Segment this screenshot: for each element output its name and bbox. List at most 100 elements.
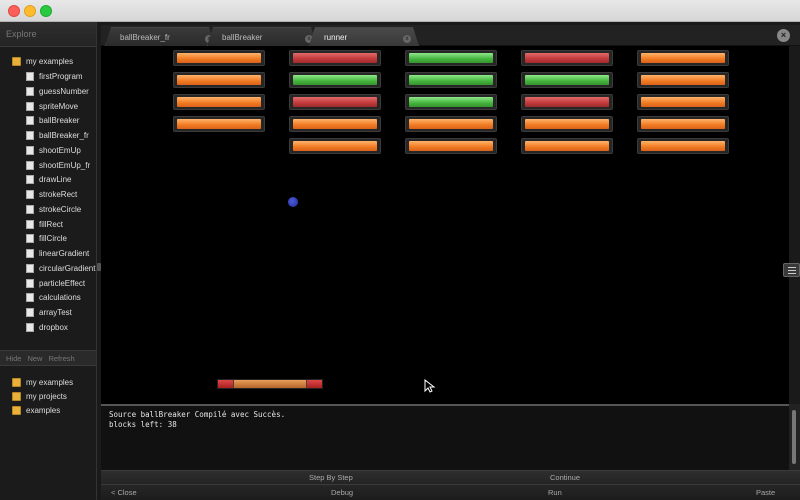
- mouse-cursor-icon: [424, 379, 436, 393]
- tree-item-label: ballBreaker: [39, 116, 80, 126]
- game-canvas[interactable]: [101, 46, 789, 404]
- paste-button[interactable]: Paste: [756, 485, 775, 500]
- continue-button[interactable]: Continue: [550, 471, 580, 484]
- folder-icon: [12, 57, 21, 66]
- brick: [405, 138, 497, 154]
- close-panel-icon[interactable]: ×: [777, 29, 790, 42]
- project-examples[interactable]: examples: [12, 404, 60, 417]
- brick-face: [177, 119, 261, 129]
- brick: [521, 116, 613, 132]
- brick: [637, 50, 729, 66]
- close-button[interactable]: < Close: [111, 485, 137, 500]
- refresh-button[interactable]: Refresh: [48, 354, 74, 363]
- brick-face: [641, 53, 725, 63]
- brick: [521, 72, 613, 88]
- menu-toggle-icon[interactable]: [783, 263, 800, 277]
- tree-root-label: my examples: [26, 57, 74, 66]
- brick-face: [409, 141, 493, 151]
- tree-item[interactable]: circularGradient: [26, 262, 95, 275]
- explore-header: Explore: [0, 22, 96, 47]
- tree-item-label: particleEffect: [39, 278, 86, 288]
- brick-face: [641, 141, 725, 151]
- brick-face: [525, 75, 609, 85]
- tree-item-label: fillCircle: [39, 234, 67, 244]
- project-my-examples[interactable]: my examples: [12, 376, 73, 389]
- tab-label: ballBreaker: [222, 33, 263, 42]
- brick: [289, 94, 381, 110]
- tree-item[interactable]: drawLine: [26, 173, 71, 186]
- folder-icon: [12, 378, 21, 387]
- brick-face: [293, 119, 377, 129]
- file-icon: [26, 131, 34, 140]
- tab-runner[interactable]: runner x: [309, 27, 419, 46]
- tree-item-label: ballBreaker_fr: [39, 131, 89, 140]
- brick: [637, 116, 729, 132]
- tab-close-icon[interactable]: x: [403, 35, 411, 43]
- tree-item[interactable]: guessNumber: [26, 85, 89, 98]
- tree-item-label: strokeRect: [39, 190, 78, 199]
- brick: [637, 94, 729, 110]
- tree-item[interactable]: fillCircle: [26, 232, 67, 245]
- tree-item-label: calculations: [39, 293, 81, 303]
- hide-button[interactable]: Hide: [6, 354, 21, 363]
- window-maximize-button[interactable]: [40, 5, 52, 17]
- project-my-projects[interactable]: my projects: [12, 390, 67, 403]
- tree-item[interactable]: shootEmUp_fr: [26, 159, 90, 172]
- brick: [289, 138, 381, 154]
- window-minimize-button[interactable]: [24, 5, 36, 17]
- tree-item-label: shootEmUp_fr: [39, 160, 91, 170]
- tab-bar: ballBreaker_fr x ballBreaker x runner x: [101, 25, 800, 46]
- tab-ballbreaker-fr[interactable]: ballBreaker_fr x: [105, 27, 215, 46]
- brick: [521, 94, 613, 110]
- debug-bar: Step By Step Continue: [101, 470, 800, 484]
- brick: [289, 50, 381, 66]
- brick-face: [293, 75, 377, 85]
- brick: [405, 94, 497, 110]
- brick-face: [409, 53, 493, 63]
- folder-icon: [12, 406, 21, 415]
- tree-item[interactable]: firstProgram: [26, 70, 83, 83]
- tree-root-my-examples[interactable]: my examples: [12, 55, 73, 68]
- step-by-step-button[interactable]: Step By Step: [309, 471, 353, 484]
- tree-item-label: firstProgram: [39, 72, 83, 81]
- brick: [521, 50, 613, 66]
- brick: [405, 50, 497, 66]
- sidebar-actions: Hide New Refresh: [0, 350, 96, 366]
- brick: [637, 138, 729, 154]
- file-icon: [26, 278, 34, 288]
- tree-item-label: shootEmUp: [39, 145, 81, 155]
- tree-item[interactable]: particleEffect: [26, 277, 85, 290]
- tree-item[interactable]: calculations: [26, 291, 81, 304]
- file-icon: [26, 116, 34, 126]
- file-icon: [26, 160, 34, 170]
- file-icon: [26, 219, 34, 229]
- tree-item[interactable]: dropbox: [26, 321, 68, 334]
- sidebar: Explore my examples firstProgram guessNum…: [0, 22, 97, 500]
- tree-item[interactable]: arrayTest: [26, 306, 72, 319]
- tree-item[interactable]: strokeRect: [26, 188, 77, 201]
- brick-face: [525, 119, 609, 129]
- main-bar: < Close Debug Run Paste: [101, 484, 800, 500]
- new-button[interactable]: New: [27, 354, 42, 363]
- file-icon: [26, 72, 34, 81]
- app-window: Explore my examples firstProgram guessNum…: [0, 0, 800, 500]
- tree-item[interactable]: ballBreaker: [26, 114, 79, 127]
- brick: [405, 72, 497, 88]
- file-icon: [26, 249, 34, 258]
- tab-ballbreaker[interactable]: ballBreaker x: [207, 27, 317, 46]
- debug-button[interactable]: Debug: [331, 485, 353, 500]
- window-close-button[interactable]: [8, 5, 20, 17]
- tree-item[interactable]: spriteMove: [26, 100, 78, 113]
- tree-item[interactable]: shootEmUp: [26, 144, 81, 157]
- tab-label: ballBreaker_fr: [120, 33, 170, 42]
- tree-item[interactable]: strokeCircle: [26, 203, 81, 216]
- brick: [173, 94, 265, 110]
- title-bar: [0, 0, 800, 22]
- run-button[interactable]: Run: [548, 485, 562, 500]
- project-label: my examples: [26, 378, 74, 387]
- tree-item[interactable]: ballBreaker_fr: [26, 129, 89, 142]
- tree-item[interactable]: fillRect: [26, 218, 63, 231]
- brick: [173, 72, 265, 88]
- tree-item[interactable]: linearGradient: [26, 247, 89, 260]
- console-scrollbar[interactable]: [789, 404, 800, 470]
